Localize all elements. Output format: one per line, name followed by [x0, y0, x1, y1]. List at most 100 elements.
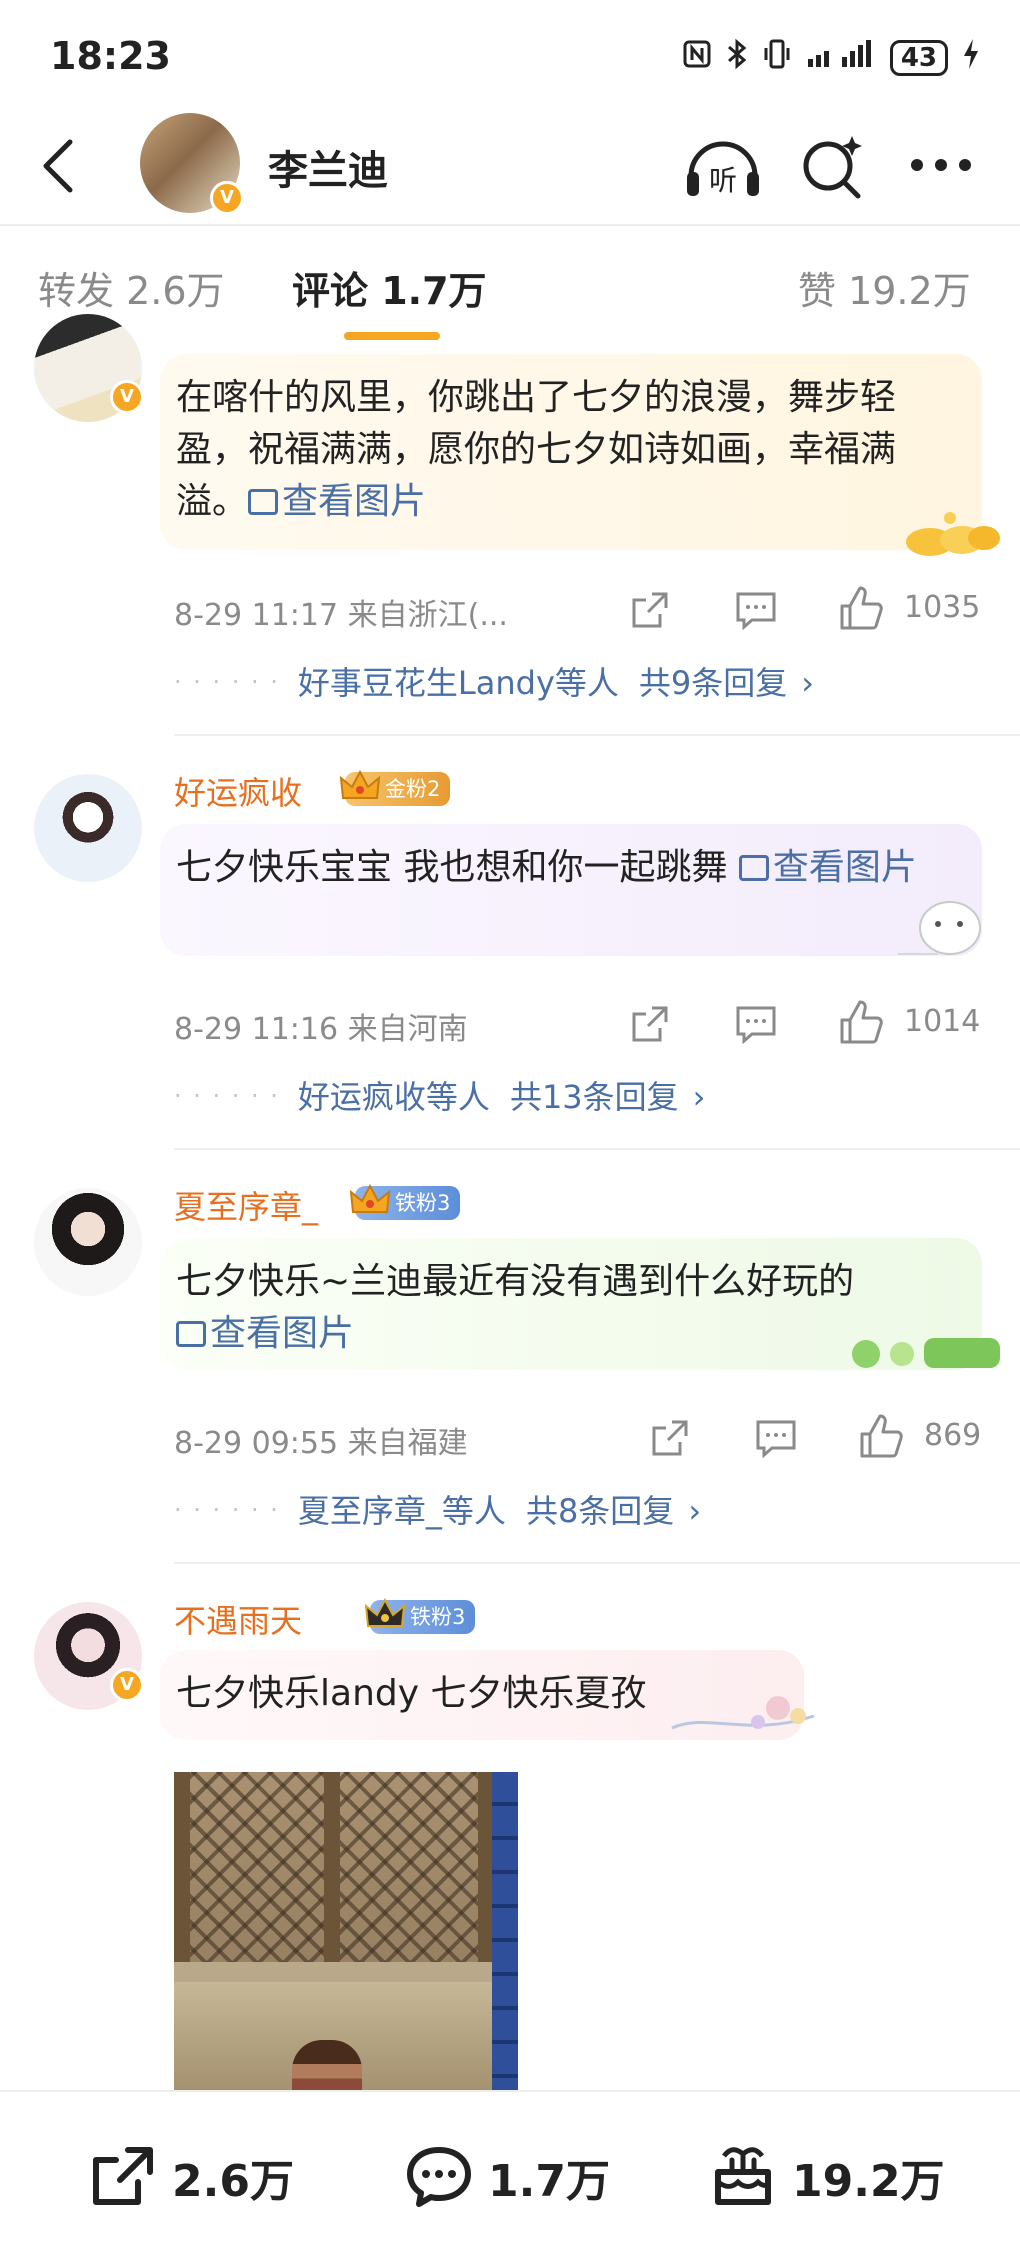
crown-icon	[339, 769, 381, 799]
nfc-icon	[682, 39, 712, 77]
comment-icon	[407, 2147, 471, 2207]
reply-dots: · · · · · ·	[174, 1082, 280, 1110]
comment-time-location: 8-29 11:17 来自浙江(...	[174, 598, 508, 633]
fan-badge: 铁粉3	[364, 1597, 476, 1634]
comment-bubble[interactable]: 在喀什的风里，你跳出了七夕的浪漫，舞步轻盈，祝福满满，愿你的七夕如诗如画，幸福满…	[160, 354, 982, 550]
like-count: 1014	[904, 1004, 981, 1039]
author-name[interactable]: 李兰迪	[268, 138, 388, 196]
like-button[interactable]: 19.2万	[708, 2142, 945, 2212]
verified-badge-icon: V	[210, 181, 244, 215]
share-icon[interactable]	[630, 590, 670, 630]
repost-icon	[93, 2147, 153, 2205]
commenter-avatar[interactable]	[34, 774, 142, 882]
listen-icon[interactable]: 听	[683, 132, 763, 204]
author-avatar[interactable]: V	[140, 113, 244, 215]
bubble-decoration-icon	[852, 1338, 1000, 1368]
reply-names: 夏至序章_等人	[297, 1492, 506, 1530]
comment-meta: 8-29 11:16 来自河南 1014	[174, 998, 994, 1048]
replies-summary[interactable]: · · · · · · 好事豆花生Landy等人 共9条回复 ›	[174, 658, 814, 704]
like-count-total: 19.2万	[792, 2156, 945, 2207]
bluetooth-icon	[726, 38, 748, 78]
verified-badge-icon: V	[110, 380, 144, 414]
commenter-avatar[interactable]: V	[34, 1602, 144, 1710]
commenter-avatar[interactable]: V	[34, 314, 144, 422]
like-icon[interactable]	[838, 584, 886, 632]
share-icon[interactable]	[650, 1418, 690, 1458]
replies-summary[interactable]: · · · · · · 夏至序章_等人 共8条回复 ›	[174, 1486, 701, 1532]
comment-photo[interactable]	[174, 1772, 518, 2112]
repost-button[interactable]: 2.6万	[88, 2142, 294, 2212]
signal-icon	[806, 39, 876, 77]
comment-item: V 在喀什的风里，你跳出了七夕的浪漫，舞步轻盈，祝福满满，愿你的七夕如诗如画，幸…	[0, 314, 1020, 734]
reply-dots: · · · · · ·	[174, 1496, 280, 1524]
fan-badge: 金粉2	[339, 769, 451, 806]
bubble-decoration-icon	[671, 1696, 815, 1730]
tab-comments[interactable]: 评论 1.7万	[292, 260, 487, 315]
photo-ledge	[174, 1962, 494, 1982]
crown-icon	[349, 1183, 391, 1213]
view-image-link[interactable]: 查看图片	[176, 1313, 354, 1354]
like-count: 1035	[904, 590, 981, 625]
status-time: 18:23	[50, 34, 171, 78]
battery-indicator: 43	[889, 40, 948, 76]
listen-label: 听	[709, 164, 737, 197]
tab-reposts[interactable]: 转发 2.6万	[38, 260, 225, 315]
comment-time-location: 8-29 11:16 来自河南	[174, 1012, 468, 1047]
comment-text: 七夕快乐~兰迪最近有没有遇到什么好玩的	[176, 1261, 855, 1302]
back-icon[interactable]	[36, 136, 86, 196]
reply-icon[interactable]	[734, 1004, 778, 1044]
fan-badge: 铁粉3	[349, 1183, 461, 1220]
view-image-link[interactable]: 查看图片	[738, 847, 917, 888]
commenter-avatar[interactable]	[34, 1188, 142, 1296]
comment-meta: 8-29 09:55 来自福建 869	[174, 1412, 994, 1462]
comment-item: 夏至序章_ 铁粉3 七夕快乐~兰迪最近有没有遇到什么好玩的查看图片 8-29 0…	[0, 1150, 1020, 1562]
chevron-right-icon: ›	[801, 664, 815, 702]
like-icon[interactable]	[858, 1412, 906, 1460]
active-tab-indicator	[344, 332, 440, 340]
commenter-name[interactable]: 好运疯收	[174, 768, 302, 814]
bottom-action-bar: 2.6万 1.7万 19.2万	[0, 2090, 1020, 2250]
reply-total: 共9条回复	[638, 664, 788, 702]
vibrate-icon	[762, 38, 792, 78]
commenter-name[interactable]: 夏至序章_	[174, 1182, 318, 1228]
post-header: V 李兰迪 听	[0, 110, 1020, 225]
charging-icon	[962, 38, 980, 78]
comment-time-location: 8-29 09:55 来自福建	[174, 1426, 468, 1461]
reply-names: 好运疯收等人	[297, 1078, 490, 1116]
bubble-decoration-icon	[906, 512, 1000, 556]
photo-blue-tiles	[492, 1772, 518, 2112]
like-icon[interactable]	[838, 998, 886, 1046]
comment-count: 1.7万	[488, 2156, 610, 2207]
reply-total: 共8条回复	[525, 1492, 675, 1530]
replies-summary[interactable]: · · · · · · 好运疯收等人 共13条回复 ›	[174, 1072, 705, 1118]
like-count: 869	[924, 1418, 982, 1453]
comment-text: 七夕快乐宝宝 我也想和你一起跳舞	[176, 847, 728, 888]
comment-bubble[interactable]: 七夕快乐宝宝 我也想和你一起跳舞 查看图片	[160, 824, 982, 956]
image-icon	[738, 855, 769, 881]
share-icon[interactable]	[630, 1004, 670, 1044]
status-icons: 43	[682, 38, 980, 78]
image-icon	[176, 1321, 206, 1347]
post-tabs: 转发 2.6万 评论 1.7万 赞 19.2万	[0, 226, 1020, 344]
crown-icon	[364, 1597, 406, 1627]
reply-icon[interactable]	[754, 1418, 798, 1458]
bubble-decoration-icon	[898, 901, 981, 955]
commenter-name[interactable]: 不遇雨天	[174, 1596, 302, 1642]
comment-meta: 8-29 11:17 来自浙江(... 1035	[174, 584, 994, 634]
reply-dots: · · · · · ·	[174, 668, 280, 696]
search-icon[interactable]	[800, 130, 866, 202]
repost-count: 2.6万	[172, 2156, 294, 2207]
verified-badge-icon: V	[110, 1668, 144, 1702]
more-options-icon[interactable]	[908, 150, 974, 180]
comment-text: 七夕快乐landy 七夕快乐夏孜	[176, 1673, 647, 1714]
tab-likes[interactable]: 赞 19.2万	[798, 260, 971, 315]
reply-icon[interactable]	[734, 590, 778, 630]
comment-button[interactable]: 1.7万	[404, 2142, 610, 2212]
comment-item: 好运疯收 金粉2 七夕快乐宝宝 我也想和你一起跳舞 查看图片 8-29 11:1…	[0, 736, 1020, 1148]
like-cake-icon	[715, 2147, 771, 2205]
view-image-link[interactable]: 查看图片	[248, 481, 426, 522]
image-icon	[248, 489, 279, 515]
status-bar: 18:23 43	[0, 0, 1020, 110]
chevron-right-icon: ›	[692, 1078, 706, 1116]
reply-names: 好事豆花生Landy等人	[297, 664, 619, 702]
